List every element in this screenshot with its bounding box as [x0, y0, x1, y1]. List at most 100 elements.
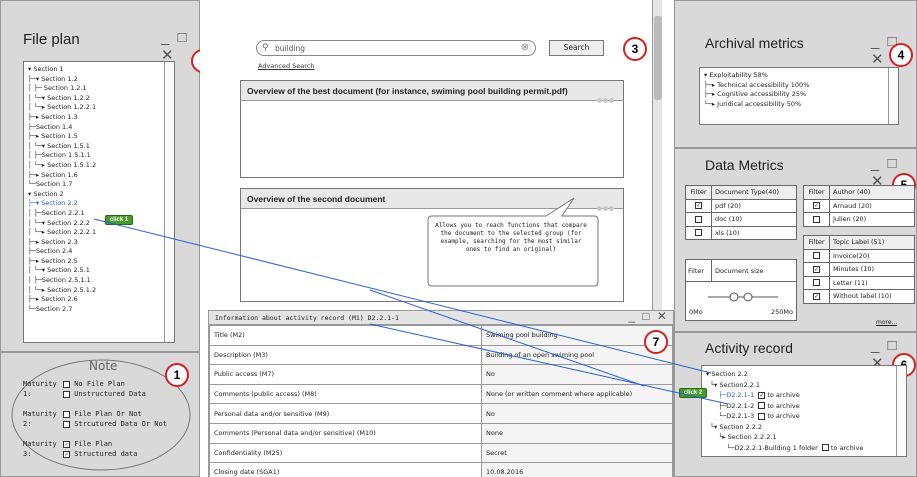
tree-item[interactable]: │ ├─Section 2.2.1 [28, 209, 170, 219]
activity-tree-item[interactable]: ├─D2.2.1-1 ✓ to archive [706, 390, 902, 401]
filter-checkbox[interactable] [695, 215, 702, 223]
activity-tree-item[interactable]: ├─D2.2.1-2 to archive [706, 401, 902, 412]
clear-search-icon[interactable]: ⊗ [521, 42, 529, 53]
tree-item[interactable]: └─Section 1.7 [28, 180, 170, 190]
filter-checkbox-cell[interactable]: ✓ [803, 262, 830, 277]
filter-row[interactable]: ✓ Arnaud (20) [803, 198, 915, 213]
activity-tree-item[interactable]: └─D2.2.2.1-Building 1 folder to archive [706, 443, 902, 454]
tree-item[interactable]: │ ├─Section 1.5.1.1 [28, 151, 170, 161]
metric-item[interactable]: ▾ Exploitability 58% [704, 71, 894, 81]
filter-row[interactable]: Invoice(20) [803, 248, 915, 263]
filter-checkbox[interactable]: ✓ [813, 265, 820, 273]
tree-item[interactable]: │ └─▾ Section 2.2.2 [28, 219, 170, 229]
tree-item[interactable]: │ └─▸ Section 2.2.2.1 [28, 228, 170, 238]
activity-record-scrollbar[interactable] [896, 366, 906, 456]
filter-checkbox-cell[interactable]: ✓ [803, 289, 830, 304]
tree-item[interactable]: ├─Section 1.4 [28, 123, 170, 133]
tree-item[interactable]: │ ├─Section 2.5.1.1 [28, 276, 170, 286]
archive-checkbox[interactable] [821, 444, 829, 451]
center-scrollbar-thumb[interactable] [654, 16, 662, 100]
tree-item[interactable]: │ └─▸ Section 1.2.2.1 [28, 103, 170, 113]
filter-row[interactable]: doc (10) [685, 212, 797, 227]
note-badge: 1 [165, 363, 189, 387]
tree-item[interactable]: ▾ Section 2 [28, 190, 170, 200]
filter-checkbox-cell[interactable]: ✓ [803, 198, 830, 213]
filter-checkbox-cell[interactable] [803, 275, 830, 290]
maturity-1-checkbox-a[interactable] [63, 380, 70, 388]
archival-metrics-scrollbar[interactable] [888, 68, 898, 124]
tree-item[interactable]: │ └─▾ Section 1.2.2 [28, 94, 170, 104]
activity-tree-item[interactable]: └▾ Section 2.2.2 [706, 422, 902, 433]
search-button[interactable]: Search [549, 40, 604, 56]
metric-item[interactable]: └─▸ Juridical accessibility 50% [704, 100, 894, 110]
tree-item[interactable]: ├─▸ Section 2.3 [28, 238, 170, 248]
tree-item[interactable]: ├─▸ Section 1.5 [28, 132, 170, 142]
filter-option-label: xls (10) [711, 225, 797, 240]
filter-checkbox[interactable] [813, 252, 820, 260]
tree-item[interactable]: ├─▸ Section 1.3 [28, 113, 170, 123]
activity-tree-item[interactable]: └▸ Section 2.2.2.1 [706, 432, 902, 443]
click-2-marker[interactable]: click 2 [679, 388, 707, 398]
info-title: Information about activity record (M1) D… [215, 314, 399, 322]
filter-checkbox[interactable]: ✓ [813, 202, 820, 210]
filter-row[interactable]: Julien (20) [803, 212, 915, 227]
filter-checkbox[interactable]: ✓ [695, 202, 702, 210]
filter-checkbox-cell[interactable] [803, 248, 830, 263]
maturity-3-checkbox-b[interactable]: ✓ [63, 450, 70, 458]
tree-item[interactable]: ├─▾ Section 2.2 [28, 199, 170, 209]
maturity-2-checkbox-a[interactable] [63, 410, 70, 418]
tree-item[interactable]: ▾ Section 1 [28, 65, 170, 75]
metric-item[interactable]: ├─▸ Cognitive accessibility 25% [704, 90, 894, 100]
size-range-slider[interactable] [708, 290, 778, 304]
tree-item[interactable]: ├─▸ Section 1.6 [28, 171, 170, 181]
tree-item[interactable]: ├─▾ Section 1.2 [28, 75, 170, 85]
archival-metrics-tree[interactable]: ▾ Exploitability 58% ├─▸ Technical access… [699, 67, 899, 125]
maturity-2-checkbox-b[interactable] [63, 420, 70, 428]
activity-tree-label: ▾ Section 2.2 [706, 370, 748, 378]
filter-checkbox-cell[interactable] [803, 212, 830, 227]
tree-item[interactable]: ├─Section 2.4 [28, 247, 170, 257]
filter-checkbox[interactable] [813, 215, 820, 223]
click-1-marker[interactable]: click 1 [105, 215, 133, 225]
filter-row[interactable]: ✓ pdf (20) [685, 198, 797, 213]
file-plan-scrollbar[interactable] [164, 62, 174, 342]
filter-checkbox[interactable]: ✓ [813, 292, 820, 300]
filter-row[interactable]: ✓ Minutes (10) [803, 262, 915, 277]
advanced-search-link[interactable]: Advanced Search [258, 62, 315, 70]
tree-item[interactable]: │ └─▾ Section 1.5.1 [28, 142, 170, 152]
file-plan-tree[interactable]: ▾ Section 1 ├─▾ Section 1.2 │ ├─ Section 1… [23, 61, 175, 343]
callout-text: Allows you to reach functions that compa… [435, 222, 587, 253]
filter-checkbox-cell[interactable]: ✓ [685, 198, 712, 213]
info-row: Personal data and/or sensitive (M9) No [209, 403, 673, 424]
best-document-card[interactable]: Overview of the best document (for insta… [240, 80, 624, 178]
tree-item[interactable]: │ └─▸ Section 2.5.1.2 [28, 286, 170, 296]
filter-checkbox[interactable] [695, 229, 702, 237]
activity-tree-label: └▾ Section2.2.1 [706, 380, 761, 389]
tree-item[interactable]: │ ├─ Section 1.2.1 [28, 84, 170, 94]
best-document-more-icon[interactable] [597, 88, 617, 103]
tree-item[interactable]: │ └─▾ Section 2.5.1 [28, 266, 170, 276]
activity-tree-item[interactable]: ▾ Section 2.2 [706, 369, 902, 380]
tree-item[interactable]: │ └─▸ Section 1.5.1.2 [28, 161, 170, 171]
filter-checkbox[interactable] [813, 279, 820, 287]
more-link[interactable]: more... [876, 319, 897, 326]
activity-tree-item[interactable]: └─D2.2.1-3 to archive [706, 411, 902, 422]
maturity-3-checkbox-a[interactable]: ✓ [63, 440, 70, 448]
maturity-1-checkbox-b[interactable] [63, 390, 70, 398]
filter-checkbox-cell[interactable] [685, 212, 712, 227]
search-input[interactable]: ⚲ building ⊗ [256, 40, 536, 56]
info-value: No [481, 364, 673, 385]
filter-row[interactable]: ✓ Without label (10) [803, 289, 915, 304]
filter-row[interactable]: Letter (11) [803, 275, 915, 290]
tree-item[interactable]: └─Section 2.7 [28, 305, 170, 315]
metric-item[interactable]: ├─▸ Technical accessibility 100% [704, 81, 894, 91]
activity-tree-item[interactable]: └▾ Section2.2.1 [706, 380, 902, 391]
filter-row[interactable]: xls (10) [685, 225, 797, 240]
tree-item[interactable]: ├─▸ Section 2.6 [28, 295, 170, 305]
info-label: Closing date (SGA1) [209, 462, 482, 477]
center-scrollbar[interactable] [652, 0, 662, 310]
activity-record-tree[interactable]: ▾ Section 2.2 └▾ Section2.2.1 ├─D2.2.1-1… [701, 365, 907, 457]
filter-checkbox-cell[interactable] [685, 225, 712, 240]
info-window-controls[interactable]: _ □ ✕ [628, 309, 669, 323]
activity-tree-label: └─D2.2.2.1-Building 1 folder [706, 443, 818, 452]
